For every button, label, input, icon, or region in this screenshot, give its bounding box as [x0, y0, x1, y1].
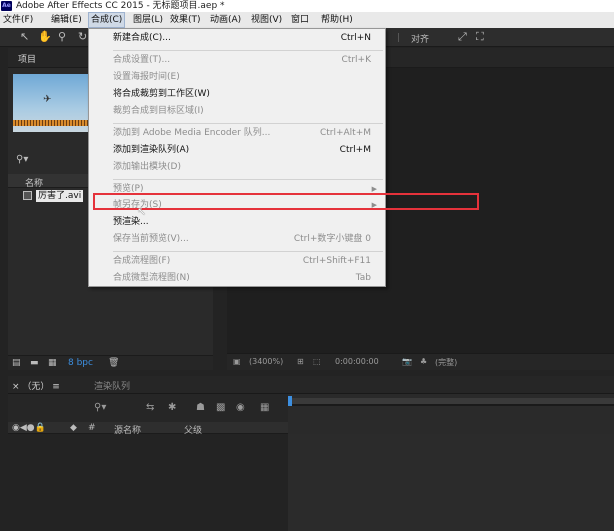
search-icon[interactable]: ⚲▾ [16, 154, 28, 165]
menu-new-composition[interactable]: 新建合成(C)... Ctrl+N [89, 30, 385, 47]
ae-app-icon: Ae [1, 1, 12, 11]
layer-search-icon[interactable]: ⚲▾ [94, 402, 106, 413]
window-title: Adobe After Effects CC 2015 - 无标题项目.aep … [16, 1, 225, 11]
work-area-bar[interactable] [288, 398, 614, 406]
label-icon[interactable]: ◆ [70, 423, 77, 433]
layer-list [8, 434, 288, 531]
hand-tool-icon[interactable]: ✋ [38, 31, 52, 43]
aircraft-image: ✈ [43, 94, 52, 105]
menu-pre-render[interactable]: 预渲染... [89, 214, 385, 231]
expand-arrow-icon[interactable]: ⤢ [458, 31, 467, 43]
menu-add-to-render-queue[interactable]: 添加到渲染队列(A) Ctrl+M [89, 142, 385, 159]
timeline-panel: × （无） ≡ 渲染队列 ⚲▾ ⇆ ✱ ☗ ▩ ◉ ▦ ◉◀●🔒 ◆ # 源名称… [8, 376, 614, 531]
menu-composition-settings[interactable]: 合成设置(T)... Ctrl+K [89, 52, 385, 69]
title-bar: Ae Adobe After Effects CC 2015 - 无标题项目.a… [0, 0, 614, 12]
menu-bar: 文件(F) 编辑(E) 合成(C) 图层(L) 效果(T) 动画(A) 视图(V… [0, 12, 614, 28]
menu-animation[interactable]: 动画(A) [210, 12, 241, 28]
motion-blur-icon[interactable]: ◉ [236, 402, 245, 413]
zoom-level[interactable]: (3400%) [249, 357, 283, 366]
project-footer: ▤ ▬ ▦ 8 bpc 🗑 [8, 355, 213, 370]
tab-timeline[interactable]: × （无） ≡ [12, 379, 60, 392]
draft-3d-icon[interactable]: ✱ [168, 402, 176, 413]
menu-separator [113, 50, 383, 51]
menu-file[interactable]: 文件(F) [3, 12, 33, 28]
quality-dropdown[interactable]: (完整) [435, 357, 457, 368]
menu-window[interactable]: 窗口 [291, 12, 309, 28]
channel-icon[interactable]: ♣ [420, 357, 427, 366]
current-time[interactable]: 0:00:00:00 [335, 357, 379, 366]
new-folder-icon[interactable]: ▬ [30, 358, 39, 368]
footage-thumbnail: ✈ [13, 74, 91, 132]
menu-composition[interactable]: 合成(C) [88, 12, 126, 28]
timeline-track-area[interactable] [288, 434, 614, 531]
menu-add-output-module[interactable]: 添加输出模块(D) [89, 159, 385, 176]
frame-blending-icon[interactable]: ▩ [216, 402, 225, 413]
shy-layers-icon[interactable]: ☗ [196, 402, 205, 413]
menu-layer[interactable]: 图层(L) [133, 12, 163, 28]
align-label[interactable]: 对齐 [411, 32, 429, 45]
menu-set-poster-time[interactable]: 设置海报时间(E) [89, 69, 385, 86]
tab-render-queue[interactable]: 渲染队列 [94, 379, 130, 392]
toolbar-divider [398, 33, 399, 42]
graph-editor-icon[interactable]: ▦ [260, 402, 269, 413]
composition-mini-flowchart-icon[interactable]: ⇆ [146, 402, 154, 413]
highlight-box [93, 193, 479, 210]
snap-icon[interactable]: ⛶ [476, 31, 484, 43]
menu-edit[interactable]: 编辑(E) [51, 12, 82, 28]
menu-view[interactable]: 视图(V) [251, 12, 282, 28]
snapshot-icon[interactable]: 📷 [402, 357, 412, 366]
menu-comp-flowchart[interactable]: 合成流程图(F) Ctrl+Shift+F11 [89, 253, 385, 270]
rotate-tool-icon[interactable]: ↻ [78, 31, 87, 43]
trash-icon[interactable]: 🗑 [108, 358, 119, 368]
column-name-header[interactable]: 名称 [25, 176, 43, 189]
always-preview-icon[interactable]: ▣ [233, 357, 241, 366]
audio-waveform [13, 120, 91, 126]
bpc-label[interactable]: 8 bpc [68, 358, 93, 368]
new-composition-icon[interactable]: ▦ [48, 358, 57, 368]
menu-separator [113, 179, 383, 180]
mouse-cursor-icon: ↖ [137, 205, 147, 218]
menu-separator [113, 251, 383, 252]
viewer-footer: ▣ (3400%) ⊞ ⬚ 0:00:00:00 📷 ♣ (完整) [227, 353, 614, 370]
menu-trim-comp-to-work-area[interactable]: 将合成裁剪到工作区(W) [89, 86, 385, 103]
menu-save-current-preview[interactable]: 保存当前预览(V)... Ctrl+数字小键盘 0 [89, 231, 385, 248]
zoom-tool-icon[interactable]: ⚲ [58, 31, 66, 43]
menu-help[interactable]: 帮助(H) [321, 12, 353, 28]
layer-column-header: ◉◀●🔒 ◆ # 源名称 父级 [8, 422, 288, 436]
layer-number-header[interactable]: # [88, 423, 96, 433]
av-switches-icons[interactable]: ◉◀●🔒 [12, 423, 46, 433]
footage-file-icon [23, 191, 32, 200]
mask-icon[interactable]: ⬚ [313, 357, 321, 366]
grid-icon[interactable]: ⊞ [297, 357, 304, 366]
time-ruler[interactable] [288, 394, 614, 434]
menu-effect[interactable]: 效果(T) [170, 12, 201, 28]
menu-separator [113, 123, 383, 124]
interpret-footage-icon[interactable]: ▤ [12, 358, 21, 368]
current-time-indicator[interactable] [288, 396, 292, 406]
composition-menu: 新建合成(C)... Ctrl+N 合成设置(T)... Ctrl+K 设置海报… [88, 28, 386, 287]
timeline-tab-row: × （无） ≡ 渲染队列 [8, 376, 614, 394]
timeline-tab-label: （无） [22, 382, 50, 392]
project-item-name[interactable]: 厉害了.avi [36, 190, 84, 202]
menu-comp-mini-flowchart[interactable]: 合成微型流程图(N) Tab [89, 270, 385, 287]
menu-crop-comp-to-region[interactable]: 裁剪合成到目标区域(I) [89, 103, 385, 120]
tab-project[interactable]: 项目 [18, 52, 36, 65]
menu-add-to-media-encoder[interactable]: 添加到 Adobe Media Encoder 队列... Ctrl+Alt+M [89, 125, 385, 142]
selection-tool-icon[interactable]: ↖ [20, 31, 29, 43]
